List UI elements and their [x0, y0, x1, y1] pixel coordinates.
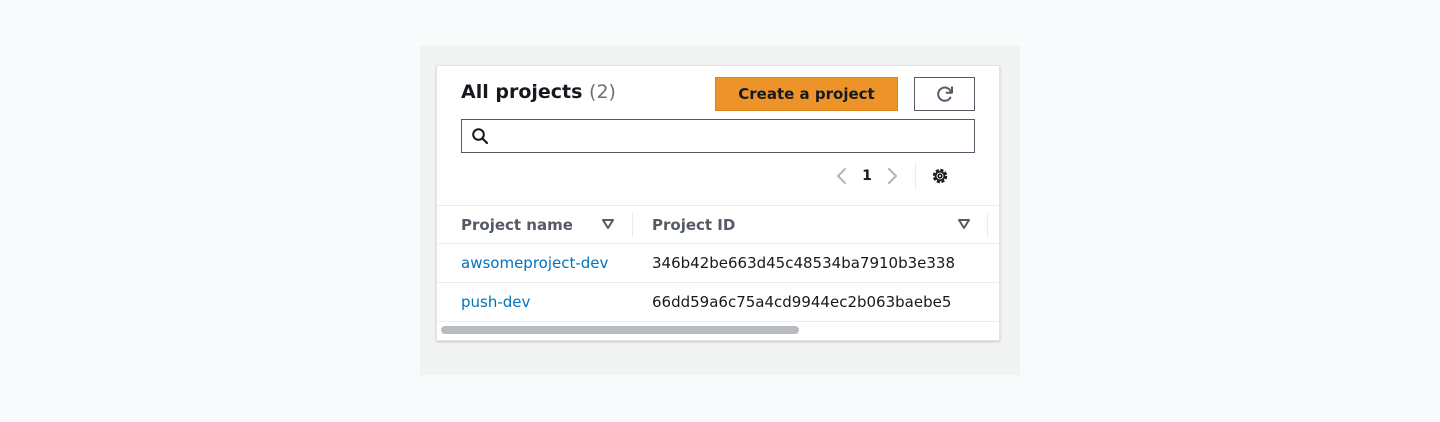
chevron-left-icon [837, 168, 846, 184]
refresh-button[interactable] [914, 77, 975, 111]
table-header: Project name Project ID [437, 205, 999, 244]
search-field[interactable] [461, 119, 975, 153]
current-page-number[interactable]: 1 [855, 168, 879, 184]
search-input[interactable] [496, 122, 970, 150]
search-icon [472, 128, 489, 145]
pagination-divider [915, 162, 916, 190]
table-row: awsomeproject-dev 346b42be663d45c48534ba… [437, 244, 999, 283]
project-name-link[interactable]: push-dev [461, 283, 530, 321]
panel-title-text: All projects [461, 81, 583, 103]
next-page-button[interactable] [879, 161, 905, 191]
project-name-link[interactable]: awsomeproject-dev [461, 244, 608, 282]
horizontal-scrollbar[interactable] [441, 326, 799, 334]
create-project-button[interactable]: Create a project [715, 77, 898, 111]
pagination: 1 [829, 161, 952, 191]
gear-icon [932, 168, 948, 184]
column-header-project-id[interactable]: Project ID [652, 206, 735, 243]
column-divider[interactable] [632, 213, 633, 237]
chevron-right-icon [888, 168, 897, 184]
panel-title: All projects (2) [461, 81, 616, 103]
table-row: push-dev 66dd59a6c75a4cd9944ec2b063baebe… [437, 283, 999, 322]
refresh-icon [936, 86, 953, 102]
project-count: (2) [589, 81, 616, 103]
column-divider[interactable] [987, 213, 988, 237]
sort-down-icon[interactable] [957, 218, 971, 230]
preferences-button[interactable] [928, 161, 952, 191]
project-id-cell: 346b42be663d45c48534ba7910b3e338 [652, 254, 956, 272]
projects-table: Project name Project ID awsomeproject-de… [437, 205, 999, 322]
column-header-project-name[interactable]: Project name [461, 206, 573, 243]
project-id-cell: 66dd59a6c75a4cd9944ec2b063baebe5 [652, 293, 952, 311]
projects-panel: All projects (2) Create a project 1 Proj… [436, 65, 1000, 341]
previous-page-button[interactable] [829, 161, 855, 191]
sort-down-icon[interactable] [601, 218, 615, 230]
